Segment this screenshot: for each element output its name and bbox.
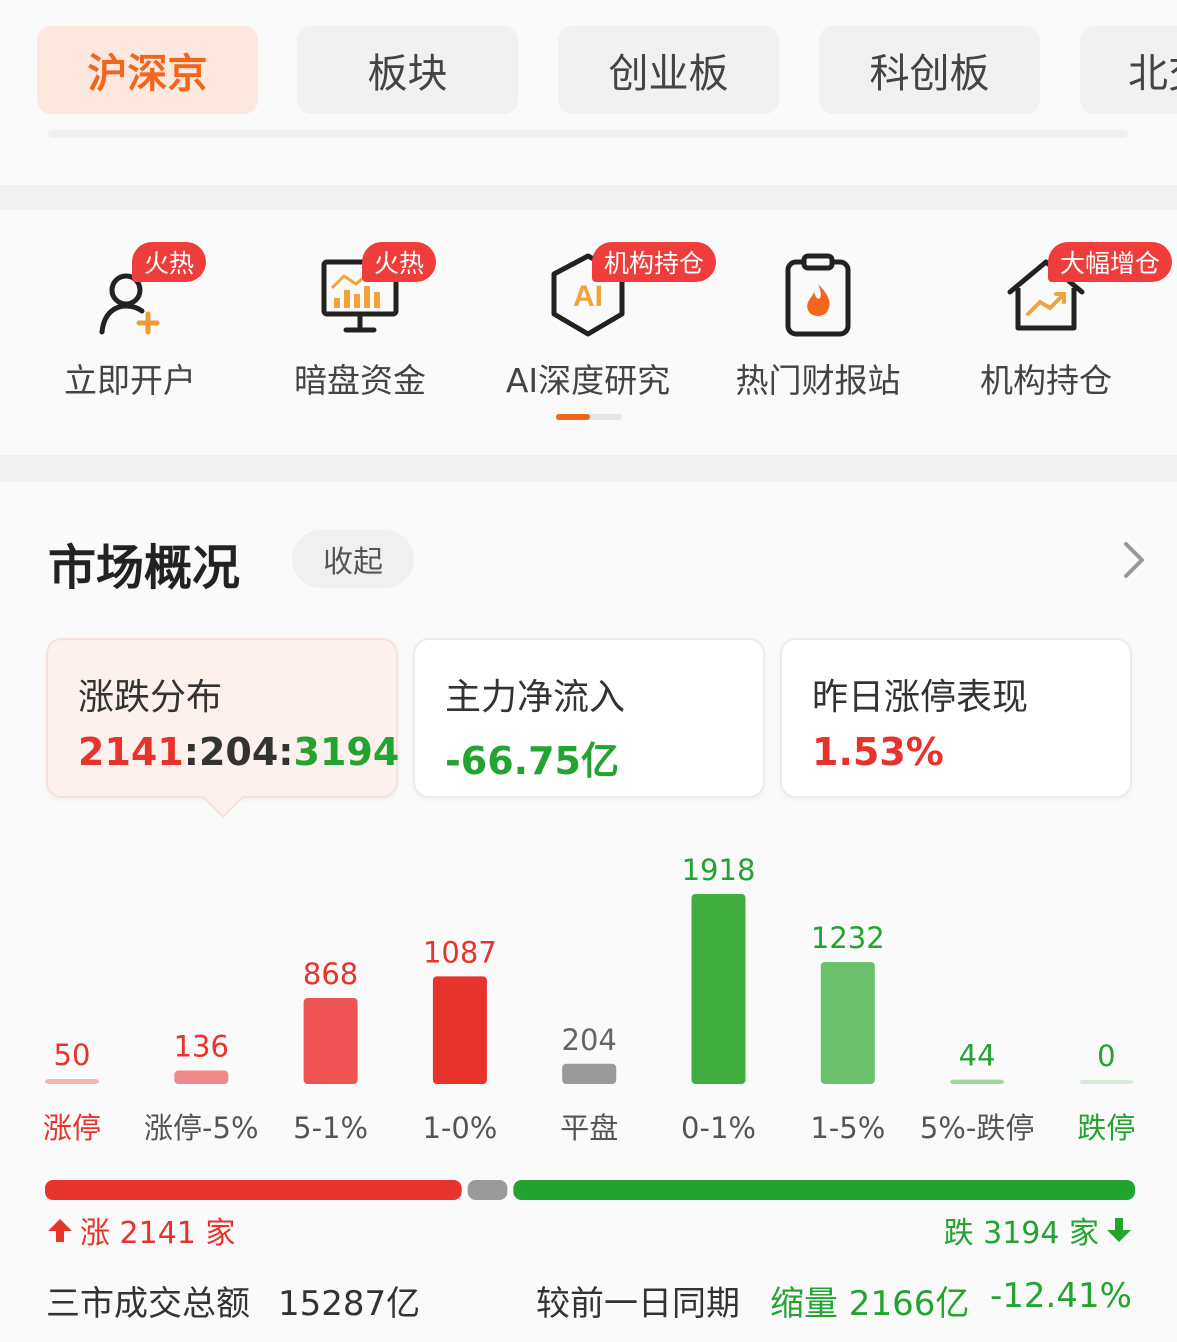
entry-label: 立即开户 — [64, 361, 196, 400]
card-label: 涨跌分布 — [78, 677, 223, 718]
flat-count: 204 — [198, 730, 279, 774]
bar-5 — [691, 894, 746, 1084]
section-title: 市场概况 — [48, 540, 241, 596]
chevron-right-icon[interactable] — [1118, 538, 1148, 582]
compare-label: 较前一日同期 — [536, 1284, 740, 1324]
category-label: 涨停 — [43, 1111, 101, 1145]
category-label: 5%-跌停 — [920, 1111, 1034, 1145]
entry-label: 热门财报站 — [735, 361, 901, 400]
card-value: 1.53% — [812, 730, 944, 774]
separator: : — [183, 730, 199, 774]
section-divider — [0, 455, 1177, 482]
bar-value-label: 1232 — [811, 921, 885, 955]
category-label: 涨停-5% — [144, 1111, 258, 1145]
card-value: -66.75亿 — [445, 739, 619, 783]
entry-label: 暗盘资金 — [294, 361, 426, 400]
volume-change-pct: -12.41% — [990, 1276, 1132, 1316]
entries-scroll-thumb — [556, 414, 590, 420]
turnover-amount: 15287亿 — [278, 1284, 421, 1324]
collapse-button[interactable]: 收起 — [292, 530, 414, 588]
up-count: 2141 — [78, 730, 184, 774]
down-count-row: 跌 3194 家 — [944, 1208, 1133, 1252]
volume-change: 缩量 2166亿 — [770, 1284, 970, 1324]
tab-scroll-track — [48, 130, 1128, 138]
bar-value-label: 204 — [562, 1023, 617, 1057]
ratio-bar-svg — [45, 1180, 1135, 1200]
turnover-row: 三市成交总额 15287亿 较前一日同期 缩量 2166亿 -12.41% — [46, 1276, 1136, 1324]
category-label: 5-1% — [293, 1111, 368, 1145]
entry-ai-research[interactable]: AI 机构持仓 AI深度研究 — [478, 242, 717, 400]
market-overview: 市场概况 收起 涨跌分布 2141:204:3194 主力净流入 -66.75亿… — [0, 482, 1177, 1342]
bar-1 — [174, 1070, 229, 1084]
bar-value-label: 1087 — [423, 935, 497, 969]
card-up-down-distribution[interactable]: 涨跌分布 2141:204:3194 — [46, 638, 399, 819]
down-count-label: 跌 3194 家 — [943, 1216, 1099, 1251]
card-yesterday-limit-up[interactable]: 昨日涨停表现 1.53% — [780, 638, 1132, 798]
hot-badge: 火热 — [132, 242, 207, 282]
bar-8 — [1079, 1080, 1134, 1084]
up-down-ratio-bar — [45, 1180, 1135, 1200]
tab-hushenjing[interactable]: 沪深京 — [37, 26, 258, 114]
turnover-label: 三市成交总额 — [46, 1284, 250, 1324]
section-divider — [0, 185, 1177, 210]
tab-sector[interactable]: 板块 — [297, 26, 518, 114]
up-count-row: 涨 2141 家 — [46, 1208, 235, 1252]
arrow-down-icon — [1107, 1218, 1131, 1242]
up-count-label: 涨 2141 家 — [80, 1216, 236, 1251]
bar-7 — [950, 1079, 1005, 1084]
entry-label: AI深度研究 — [505, 361, 671, 400]
hot-badge: 火热 — [362, 242, 437, 282]
quick-entries: 火热 立即开户 火热 暗盘资金 AI 机构持仓 AI深度研究 热门财报站 大幅增… — [0, 210, 1177, 455]
entry-hot-earnings[interactable]: 热门财报站 — [708, 248, 928, 400]
category-label: 平盘 — [560, 1111, 618, 1145]
entry-open-account[interactable]: 火热 立即开户 — [20, 242, 240, 400]
tab-beijing[interactable]: 北交 — [1080, 26, 1177, 114]
category-label: 跌停 — [1077, 1111, 1135, 1145]
card-label: 主力净流入 — [445, 677, 626, 718]
bar-2 — [303, 998, 358, 1084]
distribution-chart: 50 涨停 136 涨停-5% 868 5-1% 1087 1-0% 204 平盘 1918 0-1%… — [0, 832, 1177, 1152]
entry-label: 机构持仓 — [980, 361, 1112, 400]
bar-0 — [45, 1079, 99, 1084]
bar-value-label: 1918 — [682, 853, 756, 887]
ratio-down-segment — [513, 1180, 1135, 1200]
entry-dark-pool-funds[interactable]: 火热 暗盘资金 — [250, 242, 470, 400]
down-count: 3194 — [293, 730, 400, 774]
bar-6 — [820, 961, 875, 1084]
clipboard-fire-icon — [770, 248, 866, 344]
card-pointer — [201, 775, 245, 819]
category-label: 1-0% — [422, 1111, 497, 1145]
category-label: 0-1% — [681, 1111, 756, 1145]
tab-chinext[interactable]: 创业板 — [558, 26, 779, 114]
card-label: 昨日涨停表现 — [812, 677, 1029, 718]
arrow-up-icon — [48, 1219, 72, 1242]
tab-star-market[interactable]: 科创板 — [819, 26, 1040, 114]
distribution-chart-svg: 50 涨停 136 涨停-5% 868 5-1% 1087 1-0% 204 平盘 1918 0-1%… — [43, 853, 1135, 1145]
bar-value-label: 868 — [303, 957, 358, 991]
svg-text:AI: AI — [573, 280, 603, 313]
institution-holding-badge: 机构持仓 — [592, 242, 717, 282]
card-main-net-inflow[interactable]: 主力净流入 -66.75亿 — [413, 638, 765, 798]
separator: : — [278, 730, 294, 774]
card-value: 2141:204:3194 — [78, 730, 399, 774]
bar-4 — [562, 1063, 617, 1084]
bar-value-label: 44 — [959, 1039, 996, 1073]
category-label: 1-5% — [810, 1111, 885, 1145]
bar-value-label: 50 — [54, 1038, 91, 1072]
entry-institution-holdings[interactable]: 大幅增仓 机构持仓 — [936, 242, 1173, 400]
bar-value-label: 0 — [1097, 1039, 1115, 1073]
big-increase-badge: 大幅增仓 — [1048, 242, 1173, 282]
bar-3 — [432, 976, 487, 1084]
bar-value-label: 136 — [174, 1030, 229, 1064]
ratio-flat-segment — [467, 1180, 508, 1200]
ratio-up-segment — [45, 1180, 462, 1200]
market-tabs: 沪深京 板块 创业板 科创板 北交 — [0, 0, 1177, 185]
